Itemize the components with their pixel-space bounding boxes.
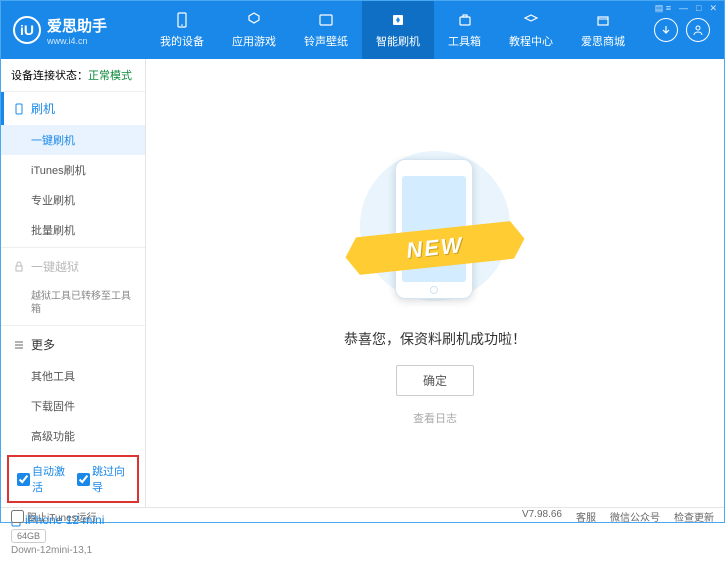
wechat-link[interactable]: 微信公众号 <box>610 509 660 524</box>
sidebar-section-jailbreak[interactable]: 一键越狱 <box>1 250 145 283</box>
sidebar-item-pro[interactable]: 专业刷机 <box>1 185 145 215</box>
app-header: iU 爱思助手 www.i4.cn 我的设备 应用游戏 铃声壁纸 智能刷机 工具… <box>1 1 724 59</box>
user-icon[interactable] <box>686 18 710 42</box>
view-log-link[interactable]: 查看日志 <box>413 410 457 426</box>
maximize-icon[interactable]: □ <box>696 3 701 14</box>
nav-flash[interactable]: 智能刷机 <box>362 1 434 59</box>
connection-value: 正常模式 <box>88 70 132 82</box>
update-link[interactable]: 检查更新 <box>674 509 714 524</box>
nav-media[interactable]: 铃声壁纸 <box>290 1 362 59</box>
success-illustration: NEW <box>335 141 535 311</box>
window-controls: ▤ ≡ — □ ✕ <box>655 3 717 14</box>
banner-text: NEW <box>405 232 465 264</box>
checkbox-auto-activate[interactable]: 自动激活 <box>17 463 69 495</box>
sidebar-section-more[interactable]: 更多 <box>1 328 145 361</box>
checkbox-block-itunes[interactable]: 阻止iTunes运行 <box>11 509 97 524</box>
checkbox-skip-guide[interactable]: 跳过向导 <box>77 463 129 495</box>
sidebar-item-oneclick[interactable]: 一键刷机 <box>1 125 145 155</box>
connection-status: 设备连接状态：正常模式 <box>1 59 145 92</box>
sidebar-jailbreak-note: 越狱工具已转移至工具箱 <box>1 283 145 323</box>
nav-tools[interactable]: 工具箱 <box>434 1 495 59</box>
menu-icon[interactable]: ▤ ≡ <box>655 3 671 14</box>
close-icon[interactable]: ✕ <box>709 3 717 14</box>
sidebar-item-other[interactable]: 其他工具 <box>1 361 145 391</box>
sidebar-item-advanced[interactable]: 高级功能 <box>1 421 145 451</box>
phone-icon <box>173 11 191 29</box>
media-icon <box>317 11 335 29</box>
sidebar: 设备连接状态：正常模式 刷机 一键刷机 iTunes刷机 专业刷机 批量刷机 一… <box>1 59 146 507</box>
phone-icon <box>13 103 25 115</box>
device-storage: 64GB <box>11 529 46 543</box>
sidebar-section-flash[interactable]: 刷机 <box>1 92 145 125</box>
main-content: NEW 恭喜您，保资料刷机成功啦！ 确定 查看日志 <box>146 59 724 507</box>
store-icon <box>594 11 612 29</box>
device-firmware: Down-12mini-13,1 <box>11 545 135 556</box>
body: 设备连接状态：正常模式 刷机 一键刷机 iTunes刷机 专业刷机 批量刷机 一… <box>1 59 724 507</box>
ok-button[interactable]: 确定 <box>396 365 474 396</box>
user-area <box>640 18 724 42</box>
success-message: 恭喜您，保资料刷机成功啦！ <box>344 329 526 349</box>
sidebar-item-itunes[interactable]: iTunes刷机 <box>1 155 145 185</box>
sidebar-item-batch[interactable]: 批量刷机 <box>1 215 145 245</box>
main-nav: 我的设备 应用游戏 铃声壁纸 智能刷机 工具箱 教程中心 爱思商城 <box>146 1 640 59</box>
footer-right: V7.98.66 客服 微信公众号 检查更新 <box>522 509 714 524</box>
logo-text-block: 爱思助手 www.i4.cn <box>47 15 107 46</box>
logo-icon: iU <box>13 16 41 44</box>
app-url: www.i4.cn <box>47 36 107 46</box>
logo-area: iU 爱思助手 www.i4.cn <box>1 15 146 46</box>
flash-icon <box>389 11 407 29</box>
menu-icon <box>13 339 25 351</box>
book-icon <box>522 11 540 29</box>
checkbox-row: 自动激活 跳过向导 <box>7 455 139 503</box>
tools-icon <box>456 11 474 29</box>
nav-apps[interactable]: 应用游戏 <box>218 1 290 59</box>
download-icon[interactable] <box>654 18 678 42</box>
nav-tutorial[interactable]: 教程中心 <box>495 1 567 59</box>
service-link[interactable]: 客服 <box>576 509 596 524</box>
minimize-icon[interactable]: — <box>679 3 688 14</box>
nav-my-device[interactable]: 我的设备 <box>146 1 218 59</box>
nav-store[interactable]: 爱思商城 <box>567 1 639 59</box>
version-label: V7.98.66 <box>522 509 562 524</box>
lock-icon <box>13 261 25 273</box>
apps-icon <box>245 11 263 29</box>
sidebar-item-download-fw[interactable]: 下载固件 <box>1 391 145 421</box>
app-name: 爱思助手 <box>47 15 107 36</box>
